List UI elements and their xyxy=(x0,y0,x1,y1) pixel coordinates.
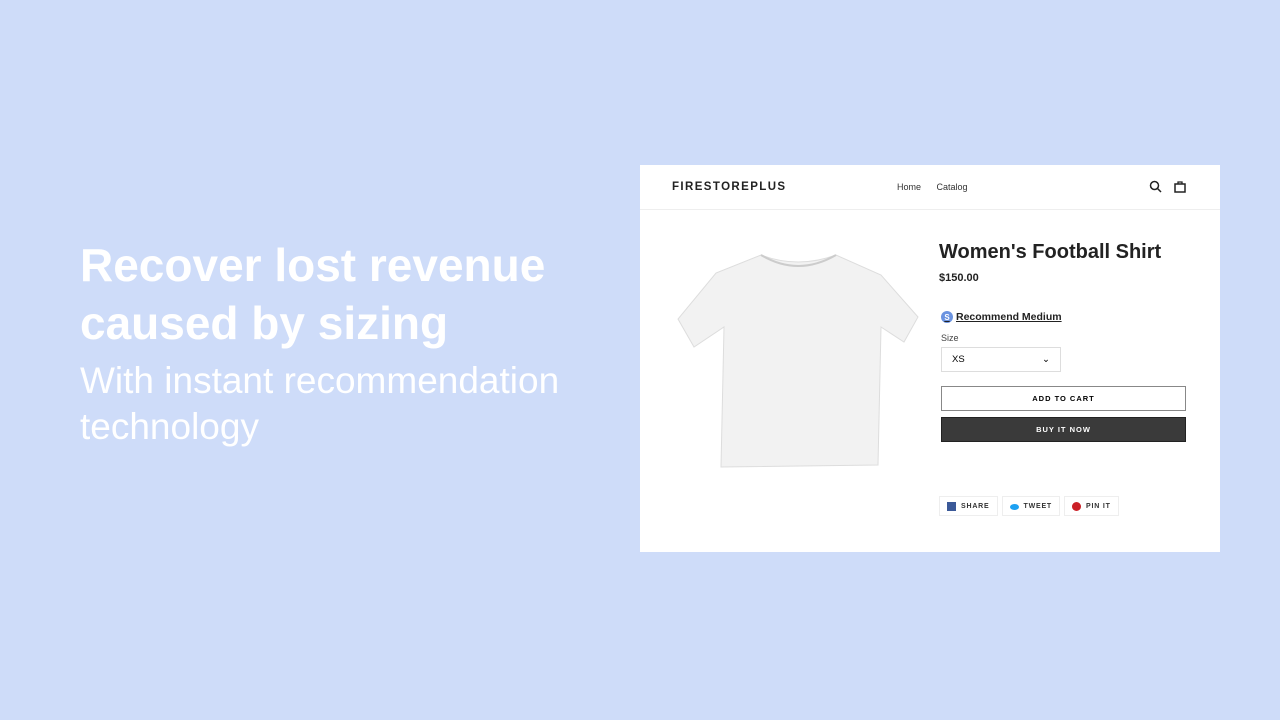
subheadline: With instant recommendation technology xyxy=(80,360,560,447)
size-recommendation-link[interactable]: S Recommend Medium xyxy=(941,311,1189,323)
size-select[interactable]: XS ⌄ xyxy=(941,347,1061,372)
add-to-cart-button[interactable]: ADD TO CART xyxy=(941,386,1186,411)
facebook-icon xyxy=(947,501,956,511)
product-title: Women's Football Shirt xyxy=(939,241,1162,263)
product-price: $150.00 xyxy=(939,272,979,284)
buy-now-button[interactable]: BUY IT NOW xyxy=(941,417,1186,442)
pin-it-button[interactable]: PIN IT xyxy=(1064,496,1119,516)
cart-icon[interactable] xyxy=(1174,180,1186,193)
chevron-down-icon: ⌄ xyxy=(1042,354,1050,365)
recommend-logo-icon: S xyxy=(941,311,953,323)
tweet-button[interactable]: TWEET xyxy=(1001,496,1061,516)
store-header: FIRESTOREPLUS Home Catalog xyxy=(640,165,1220,210)
store-nav: Home Catalog xyxy=(897,182,981,192)
share-facebook-button[interactable]: SHARE xyxy=(939,496,998,516)
pinterest-icon xyxy=(1072,501,1082,511)
search-icon[interactable] xyxy=(1149,180,1162,193)
nav-home[interactable]: Home xyxy=(897,182,921,192)
size-value: XS xyxy=(952,354,965,365)
size-label: Size xyxy=(941,333,959,343)
hero: Recover lost revenue caused by sizing Wi… xyxy=(80,236,600,450)
store-logo[interactable]: FIRESTOREPLUS xyxy=(672,181,786,193)
headline: Recover lost revenue caused by sizing xyxy=(80,239,546,349)
nav-catalog[interactable]: Catalog xyxy=(937,182,968,192)
recommendation-text: Recommend Medium xyxy=(956,311,1062,323)
product-image xyxy=(677,254,919,468)
share-buttons: SHARE TWEET PIN IT xyxy=(939,496,1189,516)
store-preview: FIRESTOREPLUS Home Catalog Women's Footb… xyxy=(640,165,1220,552)
twitter-icon xyxy=(1009,503,1019,510)
